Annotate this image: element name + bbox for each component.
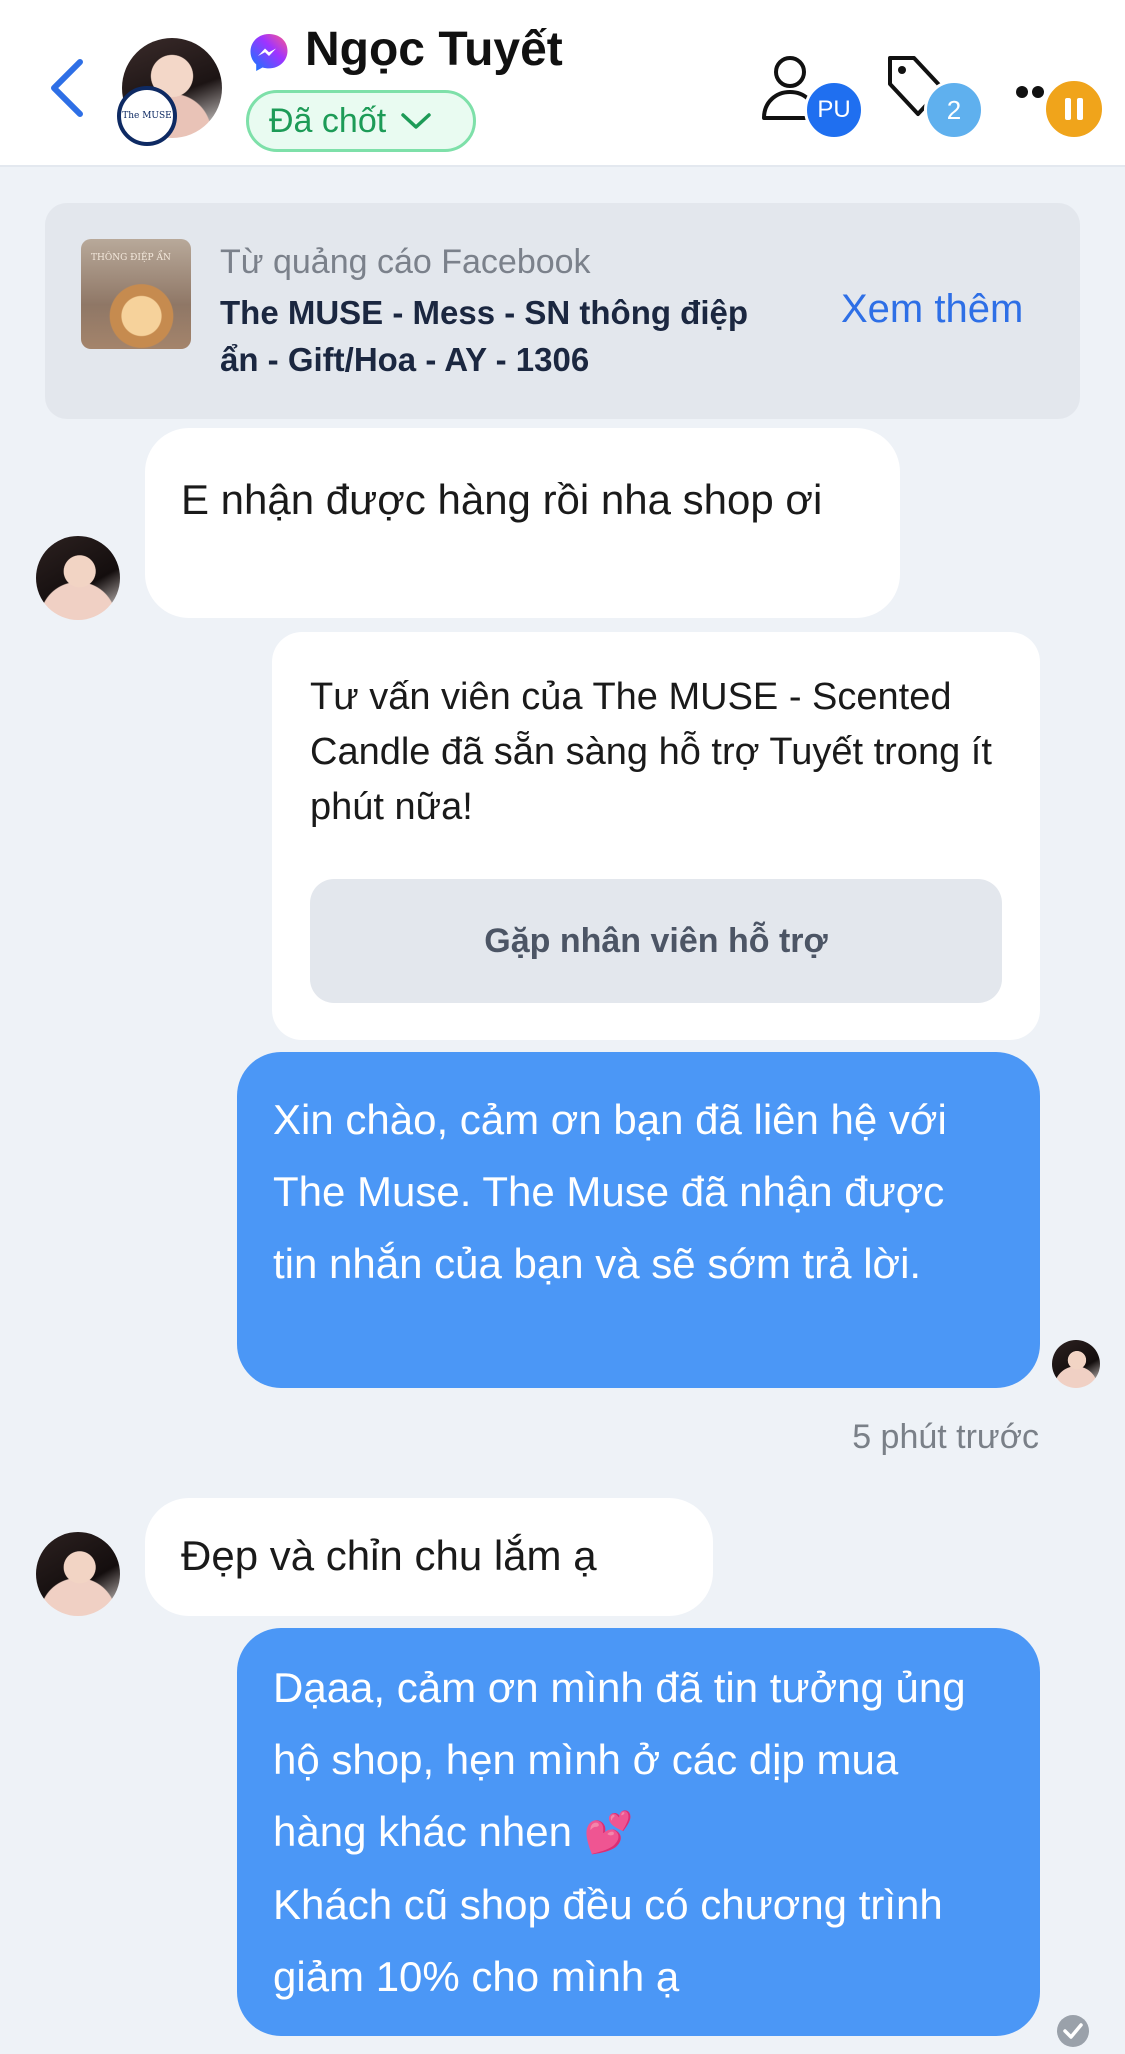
incoming-message[interactable]: Đẹp và chỉn chu lắm ạ xyxy=(145,1498,713,1616)
contact-name[interactable]: Ngọc Tuyết xyxy=(305,22,563,77)
customer-avatar[interactable] xyxy=(36,536,120,620)
meet-support-agent-button[interactable]: Gặp nhân viên hỗ trợ xyxy=(310,879,1002,1003)
hearts-emoji: 💕 xyxy=(583,1811,634,1855)
back-chevron-icon[interactable] xyxy=(48,58,88,118)
pause-icon xyxy=(1065,98,1083,120)
message-text: E nhận được hàng rồi nha shop ơi xyxy=(181,476,823,523)
customer-avatar[interactable] xyxy=(36,1532,120,1616)
ad-title: The MUSE - Mess - SN thông điệp ẩn - Gif… xyxy=(220,294,749,378)
outgoing-message[interactable]: Dạaa, cảm ơn mình đã tin tưởng ủng hộ sh… xyxy=(237,1628,1040,2036)
outgoing-message[interactable]: Xin chào, cảm ơn bạn đã liên hệ với The … xyxy=(237,1052,1040,1388)
ad-source-label: Từ quảng cáo Facebook xyxy=(220,243,591,281)
agent-avatar xyxy=(1052,1340,1100,1388)
chat-header: The MUSE Ngọc Tuyết Đã chốt PU 2 xyxy=(0,0,1125,167)
tag-count-badge[interactable]: 2 xyxy=(924,80,984,140)
see-more-link[interactable]: Xem thêm xyxy=(841,287,1023,332)
read-receipt-check-icon xyxy=(1057,2015,1089,2047)
page-logo-text: The MUSE xyxy=(122,111,172,121)
pause-bot-button[interactable] xyxy=(1043,78,1105,140)
bot-message-text: Tư vấn viên của The MUSE - Scented Candl… xyxy=(310,676,992,828)
chevron-down-icon xyxy=(401,113,431,129)
ad-thumbnail-text: THÔNG ĐIỆP ẨN xyxy=(91,253,171,263)
facebook-ad-referral-card: THÔNG ĐIỆP ẨN Từ quảng cáo Facebook The … xyxy=(45,203,1080,419)
message-timestamp: 5 phút trước xyxy=(852,1418,1039,1456)
message-text: Đẹp và chỉn chu lắm ạ xyxy=(181,1532,597,1579)
message-text-line2: Khách cũ shop đều có chương trình giảm 1… xyxy=(273,1881,943,2000)
message-text: Xin chào, cảm ơn bạn đã liên hệ với The … xyxy=(273,1096,947,1287)
ad-thumbnail[interactable]: THÔNG ĐIỆP ẨN xyxy=(81,239,191,349)
messenger-icon xyxy=(250,34,288,71)
status-label: Đã chốt xyxy=(269,101,387,140)
incoming-message[interactable]: E nhận được hàng rồi nha shop ơi xyxy=(145,428,900,618)
assignee-badge[interactable]: PU xyxy=(804,80,864,140)
bot-handoff-card: Tư vấn viên của The MUSE - Scented Candl… xyxy=(272,632,1040,1040)
status-dropdown[interactable]: Đã chốt xyxy=(246,90,476,152)
page-logo-badge: The MUSE xyxy=(117,86,177,146)
